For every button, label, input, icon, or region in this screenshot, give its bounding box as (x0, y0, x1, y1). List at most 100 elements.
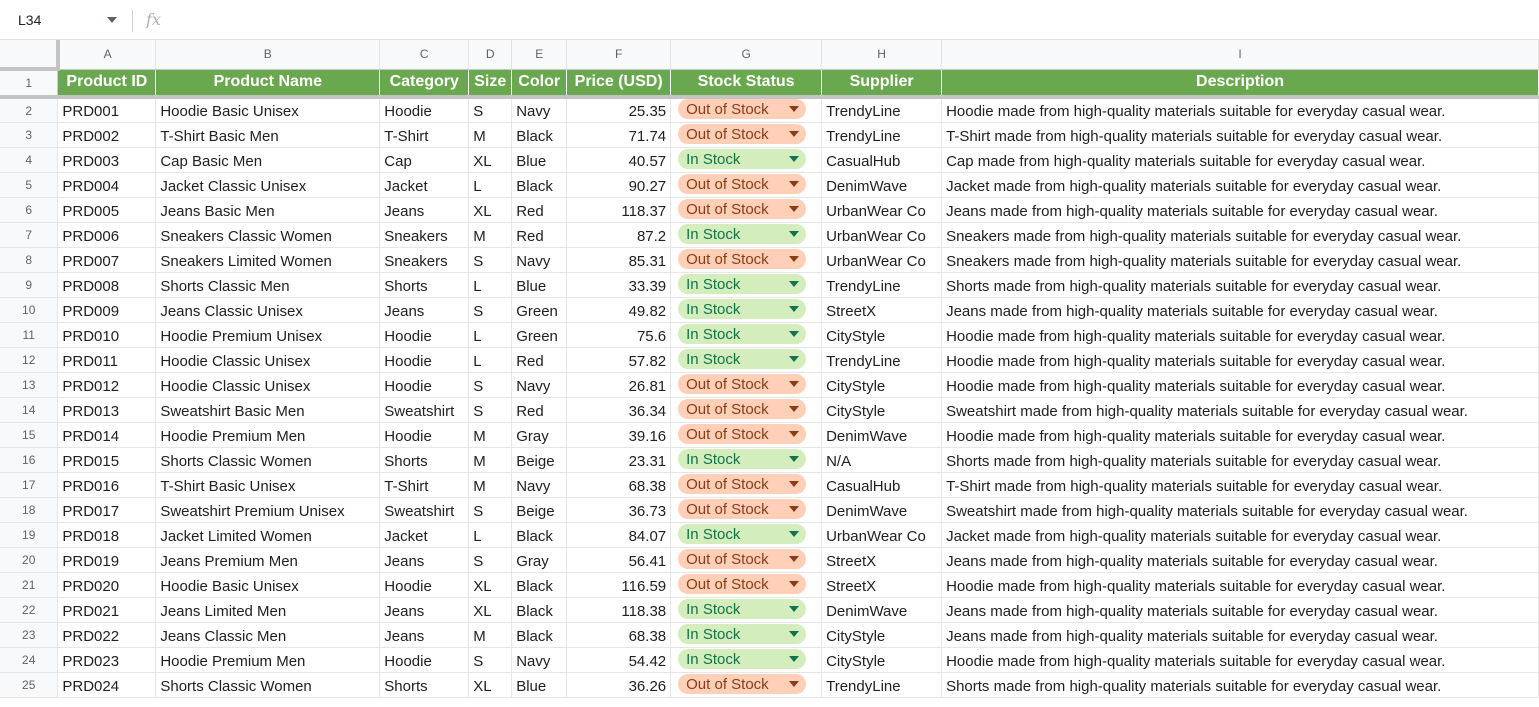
header-price[interactable]: Price (USD) (566, 69, 672, 99)
cell-stock-status[interactable]: Out of Stock (670, 547, 823, 573)
cell-product-name[interactable]: Cap Basic Men (155, 147, 381, 173)
row-number[interactable]: 7 (0, 222, 59, 248)
cell-product-name[interactable]: Hoodie Premium Unisex (155, 322, 381, 348)
cell-description[interactable]: Sneakers made from high-quality material… (941, 222, 1539, 248)
cell-size[interactable]: S (468, 247, 513, 273)
cell-supplier[interactable]: TrendyLine (821, 122, 943, 148)
dropdown-arrow-icon[interactable] (789, 406, 800, 412)
status-dropdown-chip[interactable]: Out of Stock (678, 549, 807, 569)
status-dropdown-chip[interactable]: In Stock (678, 649, 807, 669)
dropdown-arrow-icon[interactable] (789, 556, 800, 562)
cell-category[interactable]: Jacket (379, 172, 470, 198)
cell-product-name[interactable]: Jacket Limited Women (155, 522, 381, 548)
row-number[interactable]: 12 (0, 347, 59, 373)
cell-price[interactable]: 57.82 (566, 347, 672, 373)
cell-product-name[interactable]: Jeans Premium Men (155, 547, 381, 573)
cell-description[interactable]: Jeans made from high-quality materials s… (941, 597, 1539, 623)
cell-product-name[interactable]: T-Shirt Basic Unisex (155, 472, 381, 498)
cell-size[interactable]: XL (468, 672, 513, 698)
cell-product-name[interactable]: Sweatshirt Basic Men (155, 397, 381, 423)
row-number[interactable]: 25 (0, 672, 59, 698)
dropdown-arrow-icon[interactable] (789, 506, 800, 512)
cell-price[interactable]: 36.73 (566, 497, 672, 523)
row-number[interactable]: 2 (0, 97, 59, 123)
cell-description[interactable]: Shorts made from high-quality materials … (941, 272, 1539, 298)
cell-color[interactable]: Black (511, 572, 568, 598)
cell-supplier[interactable]: UrbanWear Co (821, 247, 943, 273)
status-dropdown-chip[interactable]: In Stock (678, 149, 807, 169)
dropdown-arrow-icon[interactable] (789, 631, 800, 637)
cell-category[interactable]: Jeans (379, 622, 470, 648)
cell-category[interactable]: Hoodie (379, 647, 470, 673)
cell-category[interactable]: Jeans (379, 547, 470, 573)
cell-stock-status[interactable]: Out of Stock (670, 422, 823, 448)
dropdown-arrow-icon[interactable] (789, 256, 800, 262)
status-dropdown-chip[interactable]: Out of Stock (678, 474, 807, 494)
cell-product-id[interactable]: PRD011 (57, 347, 157, 373)
name-box[interactable]: L34 (0, 0, 132, 40)
cell-category[interactable]: Jeans (379, 297, 470, 323)
cell-category[interactable]: Shorts (379, 272, 470, 298)
cell-supplier[interactable]: CasualHub (821, 472, 943, 498)
status-dropdown-chip[interactable]: In Stock (678, 624, 807, 644)
cell-product-id[interactable]: PRD015 (57, 447, 157, 473)
cell-color[interactable]: Blue (511, 272, 568, 298)
row-number[interactable]: 19 (0, 522, 59, 548)
row-number[interactable]: 1 (0, 69, 59, 99)
cell-stock-status[interactable]: Out of Stock (670, 572, 823, 598)
column-header-h[interactable]: H (821, 40, 943, 70)
column-header-i[interactable]: I (941, 40, 1539, 70)
cell-stock-status[interactable]: In Stock (670, 222, 823, 248)
cell-price[interactable]: 39.16 (566, 422, 672, 448)
cell-description[interactable]: Hoodie made from high-quality materials … (941, 422, 1539, 448)
cell-color[interactable]: Green (511, 322, 568, 348)
cell-color[interactable]: Black (511, 172, 568, 198)
cell-size[interactable]: M (468, 447, 513, 473)
cell-price[interactable]: 36.34 (566, 397, 672, 423)
status-dropdown-chip[interactable]: Out of Stock (678, 199, 807, 219)
cell-size[interactable]: L (468, 172, 513, 198)
cell-product-id[interactable]: PRD006 (57, 222, 157, 248)
dropdown-arrow-icon[interactable] (789, 681, 800, 687)
cell-description[interactable]: Jeans made from high-quality materials s… (941, 622, 1539, 648)
dropdown-arrow-icon[interactable] (789, 156, 800, 162)
cell-supplier[interactable]: UrbanWear Co (821, 522, 943, 548)
cell-color[interactable]: Navy (511, 472, 568, 498)
status-dropdown-chip[interactable]: In Stock (678, 599, 807, 619)
cell-product-id[interactable]: PRD017 (57, 497, 157, 523)
cell-stock-status[interactable]: In Stock (670, 622, 823, 648)
cell-supplier[interactable]: DenimWave (821, 172, 943, 198)
cell-product-id[interactable]: PRD003 (57, 147, 157, 173)
cell-description[interactable]: Cap made from high-quality materials sui… (941, 147, 1539, 173)
dropdown-arrow-icon[interactable] (789, 206, 800, 212)
cell-price[interactable]: 90.27 (566, 172, 672, 198)
cell-color[interactable]: Navy (511, 97, 568, 123)
cell-size[interactable]: L (468, 322, 513, 348)
row-number[interactable]: 6 (0, 197, 59, 223)
status-dropdown-chip[interactable]: Out of Stock (678, 424, 807, 444)
cell-product-id[interactable]: PRD021 (57, 597, 157, 623)
cell-description[interactable]: Jacket made from high-quality materials … (941, 172, 1539, 198)
spreadsheet-grid[interactable]: A B C D E F G H I 1 Product ID Product N… (0, 40, 1539, 698)
cell-description[interactable]: Sneakers made from high-quality material… (941, 247, 1539, 273)
cell-product-id[interactable]: PRD002 (57, 122, 157, 148)
cell-size[interactable]: S (468, 97, 513, 123)
cell-category[interactable]: Cap (379, 147, 470, 173)
cell-product-id[interactable]: PRD014 (57, 422, 157, 448)
cell-description[interactable]: Shorts made from high-quality materials … (941, 672, 1539, 698)
cell-price[interactable]: 26.81 (566, 372, 672, 398)
cell-color[interactable]: Beige (511, 497, 568, 523)
cell-product-id[interactable]: PRD024 (57, 672, 157, 698)
cell-size[interactable]: S (468, 497, 513, 523)
cell-supplier[interactable]: StreetX (821, 572, 943, 598)
status-dropdown-chip[interactable]: In Stock (678, 449, 807, 469)
cell-price[interactable]: 71.74 (566, 122, 672, 148)
cell-description[interactable]: T-Shirt made from high-quality materials… (941, 472, 1539, 498)
cell-price[interactable]: 84.07 (566, 522, 672, 548)
dropdown-arrow-icon[interactable] (789, 281, 800, 287)
cell-product-id[interactable]: PRD022 (57, 622, 157, 648)
dropdown-arrow-icon[interactable] (789, 656, 800, 662)
cell-supplier[interactable]: StreetX (821, 297, 943, 323)
cell-stock-status[interactable]: In Stock (670, 322, 823, 348)
cell-category[interactable]: Sweatshirt (379, 497, 470, 523)
